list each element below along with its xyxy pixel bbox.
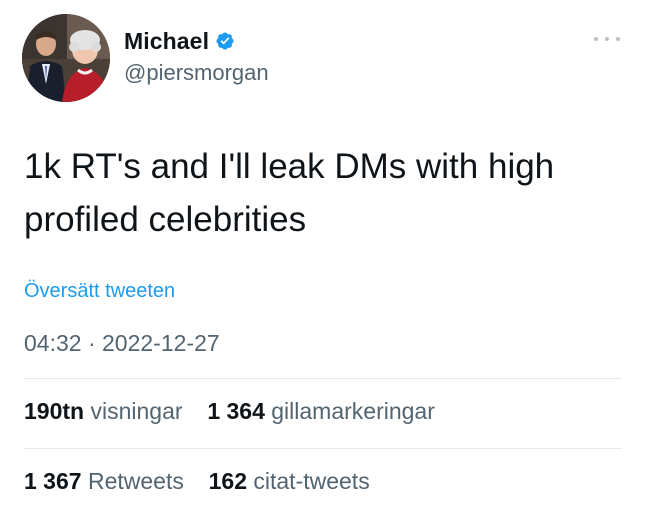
tweet-timestamp[interactable]: 04:32 · 2022-12-27 [24, 330, 220, 357]
divider [24, 378, 622, 379]
tweet-author: Michael @piersmorgan [124, 26, 269, 86]
author-display-name[interactable]: Michael [124, 28, 209, 55]
retweets-stat[interactable]: 1 367 Retweets [24, 468, 190, 494]
quotes-stat[interactable]: 162 citat-tweets [202, 468, 370, 494]
more-options-icon[interactable] [594, 34, 620, 44]
avatar-photo [22, 14, 110, 102]
translate-tweet-link[interactable]: Översätt tweeten [24, 280, 175, 303]
author-name-row: Michael [124, 26, 269, 56]
author-handle[interactable]: @piersmorgan [124, 60, 269, 86]
engagement-row-views-likes: 190tn visningar 1 364 gillamarkeringar [24, 398, 435, 425]
retweets-label: Retweets [87, 468, 184, 494]
views-count: 190tn [24, 398, 85, 424]
views-stat: 190tn visningar [24, 398, 189, 424]
likes-label: gillamarkeringar [271, 398, 435, 424]
avatar[interactable] [22, 14, 110, 102]
likes-count: 1 364 [207, 398, 265, 424]
tweet-text: 1k RT's and I'll leak DMs with high prof… [24, 147, 555, 239]
tweet-time: 04:32 [24, 330, 82, 356]
verified-badge-icon [215, 31, 235, 51]
more-dot [616, 37, 620, 41]
quotes-label: citat-tweets [253, 468, 370, 494]
engagement-row-retweets-quotes: 1 367 Retweets 162 citat-tweets [24, 468, 370, 495]
more-dot [594, 37, 598, 41]
more-dot [605, 37, 609, 41]
tweet-date: 2022-12-27 [102, 330, 220, 356]
timestamp-separator: · [87, 330, 96, 356]
likes-stat[interactable]: 1 364 gillamarkeringar [201, 398, 435, 424]
retweets-count: 1 367 [24, 468, 82, 494]
views-label: visningar [90, 398, 183, 424]
quotes-count: 162 [208, 468, 247, 494]
divider [24, 448, 622, 449]
